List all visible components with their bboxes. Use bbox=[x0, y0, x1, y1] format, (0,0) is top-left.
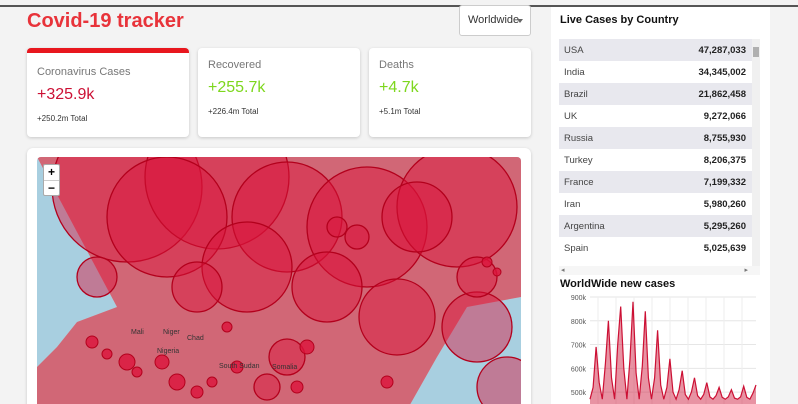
zoom-in-button[interactable]: + bbox=[44, 165, 59, 180]
case-circle[interactable] bbox=[118, 353, 136, 371]
country-name: Spain bbox=[564, 242, 589, 254]
y-tick-label: 500k bbox=[571, 390, 587, 397]
country-cases: 34,345,002 bbox=[698, 66, 746, 78]
country-name: Brazil bbox=[564, 88, 588, 100]
map-label-nigeria: Nigeria bbox=[157, 348, 179, 355]
recovered-card-total: +226.4m Total bbox=[208, 107, 259, 116]
app-title: Covid-19 tracker bbox=[27, 10, 184, 32]
country-name: India bbox=[564, 66, 585, 78]
new-cases-chart: 900k 800k 700k 600k 500k bbox=[571, 295, 757, 404]
case-circle[interactable] bbox=[299, 339, 315, 355]
table-row[interactable]: Spain 5,025,639 bbox=[559, 237, 752, 259]
map-label-mali: Mali bbox=[131, 329, 144, 336]
country-select[interactable]: Worldwide bbox=[459, 5, 531, 36]
case-circle[interactable] bbox=[206, 376, 218, 388]
case-circle[interactable] bbox=[291, 251, 363, 323]
deaths-card-total: +5.1m Total bbox=[379, 107, 421, 116]
country-cases: 7,199,332 bbox=[703, 176, 746, 188]
country-cases: 8,755,930 bbox=[703, 132, 746, 144]
country-name: Argentina bbox=[564, 220, 605, 232]
map-label-chad: Chad bbox=[187, 335, 204, 342]
country-cases: 9,272,066 bbox=[703, 110, 746, 122]
table-row[interactable]: India 34,345,002 bbox=[559, 61, 752, 83]
new-cases-title: WorldWide new cases bbox=[560, 278, 676, 290]
case-circle[interactable] bbox=[253, 373, 281, 401]
scrollbar-thumb[interactable] bbox=[753, 47, 759, 57]
table-row[interactable]: Russia 8,755,930 bbox=[559, 127, 752, 149]
case-circle[interactable] bbox=[380, 375, 394, 389]
country-cases: 5,980,260 bbox=[703, 198, 746, 210]
country-name: Iran bbox=[564, 198, 581, 210]
caret-down-icon bbox=[517, 19, 523, 23]
deaths-card-value: +4.7k bbox=[379, 79, 419, 96]
case-circle[interactable] bbox=[326, 216, 348, 238]
country-name: France bbox=[564, 176, 594, 188]
country-cases: 21,862,458 bbox=[698, 88, 746, 100]
case-circle[interactable] bbox=[171, 261, 223, 313]
country-table: USA 47,287,033 India 34,345,002 Brazil 21,8… bbox=[559, 39, 752, 273]
country-cases: 47,287,033 bbox=[698, 44, 746, 56]
y-tick-label: 900k bbox=[571, 295, 587, 302]
y-tick-label: 700k bbox=[571, 343, 587, 350]
case-circle[interactable] bbox=[131, 366, 143, 378]
world-map[interactable]: Mali Niger Chad Nigeria South Sudan Soma… bbox=[37, 157, 521, 404]
series-line bbox=[589, 301, 757, 401]
horizontal-scrollbar[interactable]: ◂ ▸ bbox=[559, 266, 760, 275]
table-row[interactable]: UK 9,272,066 bbox=[559, 105, 752, 127]
case-circle[interactable] bbox=[221, 321, 233, 333]
y-tick-label: 800k bbox=[571, 319, 587, 326]
country-name: USA bbox=[564, 44, 584, 56]
case-circle[interactable] bbox=[154, 354, 170, 370]
map-canvas: Mali Niger Chad Nigeria South Sudan Soma… bbox=[37, 157, 521, 404]
case-circle[interactable] bbox=[358, 278, 436, 356]
sidebar: Live Cases by Country USA 47,287,033 Indi… bbox=[551, 7, 770, 404]
table-row[interactable]: Iran 5,980,260 bbox=[559, 193, 752, 215]
cases-card-total: +250.2m Total bbox=[37, 114, 88, 123]
case-circle[interactable] bbox=[381, 181, 453, 253]
case-circle[interactable] bbox=[85, 335, 99, 349]
table-row[interactable]: Turkey 8,206,375 bbox=[559, 149, 752, 171]
cases-card[interactable]: Coronavirus Cases +325.9k +250.2m Total bbox=[27, 48, 189, 137]
recovered-card-label: Recovered bbox=[208, 59, 262, 71]
map-card: Mali Niger Chad Nigeria South Sudan Soma… bbox=[27, 148, 531, 404]
map-label-niger: Niger bbox=[163, 329, 180, 336]
deaths-card-label: Deaths bbox=[379, 59, 414, 71]
country-name: UK bbox=[564, 110, 578, 122]
case-circle[interactable] bbox=[290, 380, 304, 394]
deaths-card[interactable]: Deaths +4.7k +5.1m Total bbox=[369, 48, 531, 137]
case-circle[interactable] bbox=[76, 256, 118, 298]
live-cases-title: Live Cases by Country bbox=[560, 14, 679, 26]
case-circle[interactable] bbox=[492, 267, 502, 277]
y-tick-label: 600k bbox=[571, 366, 587, 373]
table-row[interactable]: USA 47,287,033 bbox=[559, 39, 752, 61]
zoom-control: + − bbox=[43, 164, 60, 196]
map-label-south-sudan: South Sudan bbox=[219, 363, 260, 370]
scroll-left-icon[interactable]: ◂ bbox=[561, 266, 565, 274]
case-circle[interactable] bbox=[481, 256, 493, 268]
table-row[interactable]: Argentina 5,295,260 bbox=[559, 215, 752, 237]
recovered-card[interactable]: Recovered +255.7k +226.4m Total bbox=[198, 48, 360, 137]
country-name: Russia bbox=[564, 132, 594, 144]
country-name: Turkey bbox=[564, 154, 593, 166]
case-circle[interactable] bbox=[101, 348, 113, 360]
vertical-scrollbar[interactable] bbox=[752, 39, 760, 273]
table-row[interactable]: Brazil 21,862,458 bbox=[559, 83, 752, 105]
country-cases: 5,025,639 bbox=[703, 242, 746, 254]
country-cases: 8,206,375 bbox=[703, 154, 746, 166]
country-select-value: Worldwide bbox=[468, 14, 520, 26]
cases-card-label: Coronavirus Cases bbox=[37, 66, 131, 78]
case-circle[interactable] bbox=[476, 356, 521, 404]
country-cases: 5,295,260 bbox=[703, 220, 746, 232]
zoom-out-button[interactable]: − bbox=[44, 180, 59, 195]
case-circle[interactable] bbox=[168, 373, 186, 391]
case-circle[interactable] bbox=[190, 385, 204, 399]
recovered-card-value: +255.7k bbox=[208, 79, 266, 96]
cases-card-value: +325.9k bbox=[37, 86, 95, 103]
case-circle[interactable] bbox=[344, 224, 370, 250]
case-circle[interactable] bbox=[441, 291, 513, 363]
table-row[interactable]: France 7,199,332 bbox=[559, 171, 752, 193]
map-label-somalia: Somalia bbox=[272, 364, 297, 371]
scroll-right-icon[interactable]: ▸ bbox=[744, 266, 748, 274]
